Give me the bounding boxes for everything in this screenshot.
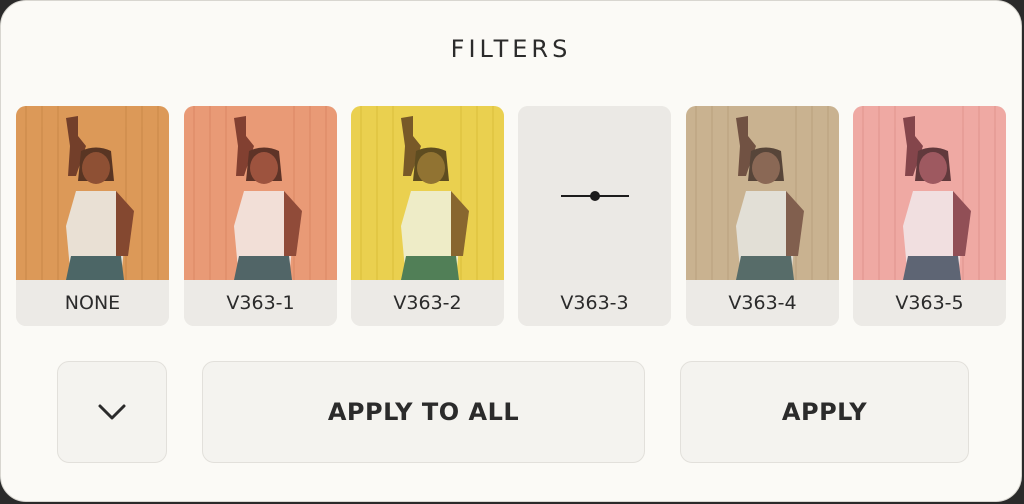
filter-tint (686, 106, 839, 280)
panel-title: FILTERS (450, 35, 572, 63)
filter-preview-image (16, 106, 169, 280)
filter-label: NONE (16, 280, 169, 326)
filter-preview-image (853, 106, 1006, 280)
expand-options-button[interactable] (57, 361, 167, 463)
filter-label: V363-3 (518, 280, 671, 326)
filter-tint (184, 106, 337, 280)
filter-label: V363-4 (686, 280, 839, 326)
chevron-down-icon (98, 404, 126, 420)
photo-thumbnail (184, 106, 337, 280)
filters-panel: FILTERS NONE V363-1 V363-2 V363-3 V363-4… (0, 0, 1022, 502)
photo-thumbnail (351, 106, 504, 280)
filter-label: V363-1 (184, 280, 337, 326)
photo-thumbnail (853, 106, 1006, 280)
photo-thumbnail (686, 106, 839, 280)
intensity-slider-handle[interactable] (590, 191, 600, 201)
filter-tint (16, 106, 169, 280)
apply-button[interactable]: APPLY (680, 361, 969, 463)
filter-preview-image (184, 106, 337, 280)
photo-thumbnail (16, 106, 169, 280)
filter-intensity-control[interactable] (518, 106, 671, 280)
filter-label: V363-2 (351, 280, 504, 326)
filter-tile-v363-1[interactable]: V363-1 (184, 106, 337, 326)
filter-tint (351, 106, 504, 280)
apply-to-all-button[interactable]: APPLY TO ALL (202, 361, 645, 463)
filter-label: V363-5 (853, 280, 1006, 326)
filter-preview-image (686, 106, 839, 280)
filter-tint (853, 106, 1006, 280)
filter-preview-image (351, 106, 504, 280)
filter-tile-v363-3[interactable]: V363-3 (518, 106, 671, 326)
filter-tile-none[interactable]: NONE (16, 106, 169, 326)
filter-tile-v363-2[interactable]: V363-2 (351, 106, 504, 326)
filter-tile-v363-4[interactable]: V363-4 (686, 106, 839, 326)
filter-tile-v363-5[interactable]: V363-5 (853, 106, 1006, 326)
